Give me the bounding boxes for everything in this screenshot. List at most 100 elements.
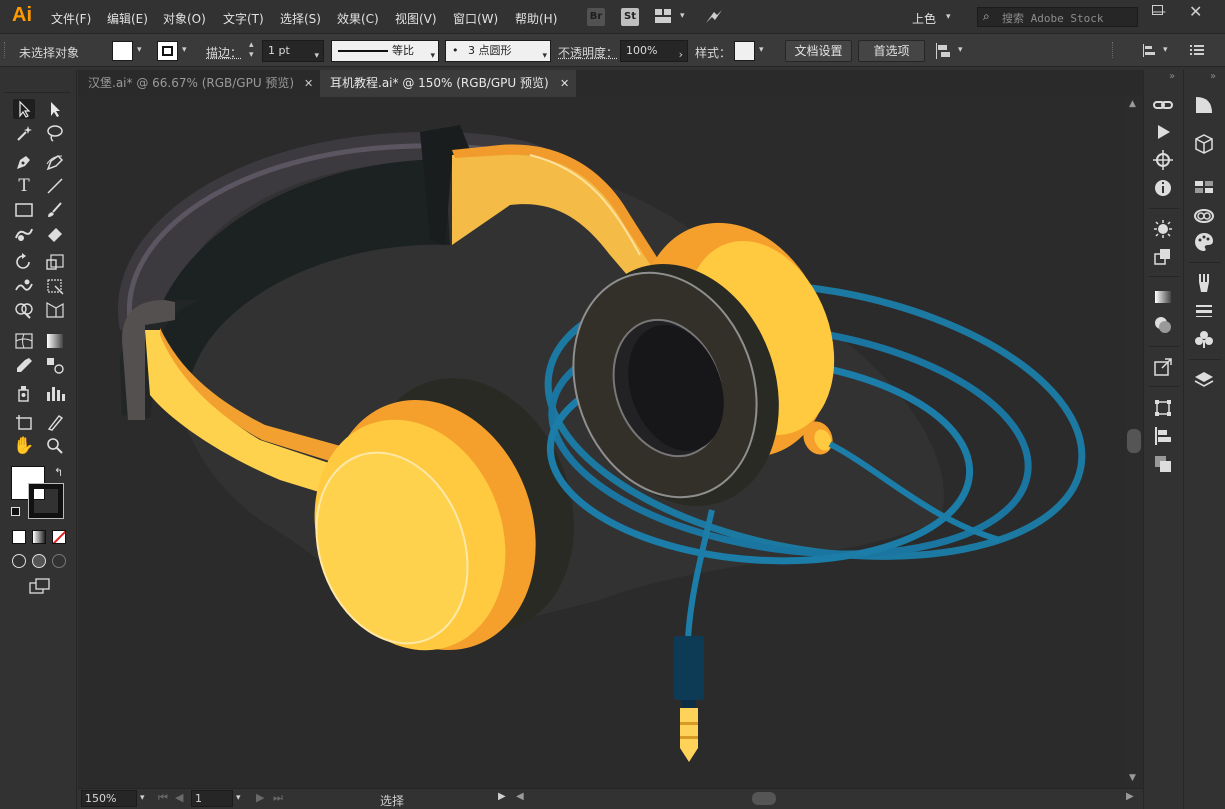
bridge-button[interactable]: Br (587, 8, 605, 26)
swatches-icon[interactable] (1193, 176, 1215, 198)
first-artboard-icon[interactable]: ⏮ (158, 791, 168, 805)
menu-window[interactable]: 窗口(W) (453, 10, 498, 27)
chevron-down-icon[interactable]: ▾ (314, 46, 319, 66)
rectangle-tool[interactable] (13, 200, 35, 220)
opacity-field[interactable]: 100% › (620, 40, 688, 62)
document-setup-button[interactable]: 文档设置 (785, 40, 852, 62)
scroll-left-icon[interactable]: ◀ (516, 791, 524, 802)
pathfinder-icon[interactable] (1152, 314, 1174, 336)
chevron-down-icon[interactable]: ▾ (958, 45, 963, 55)
direct-selection-tool[interactable] (44, 99, 66, 119)
stroke-weight-field[interactable]: 1 pt ▾ (262, 40, 324, 62)
brushes-icon[interactable] (1193, 272, 1215, 294)
menu-effect[interactable]: 效果(C) (337, 10, 379, 27)
artboard-canvas[interactable] (78, 97, 1126, 788)
actions-play-icon[interactable] (1152, 121, 1174, 143)
chevron-down-icon[interactable]: ▾ (759, 45, 764, 55)
draw-behind-icon[interactable] (32, 554, 46, 568)
libraries-cube-icon[interactable] (1193, 133, 1215, 155)
shape-builder-tool[interactable] (13, 300, 35, 320)
chevron-down-icon[interactable]: ▾ (542, 46, 547, 66)
color-palette-icon[interactable] (1193, 231, 1215, 253)
arrange-icon[interactable] (1143, 43, 1159, 59)
tab-headphone-doc[interactable]: 耳机教程.ai* @ 150% (RGB/GPU 预览) ✕ (320, 70, 576, 97)
lasso-tool[interactable] (44, 123, 66, 143)
scroll-down-icon[interactable]: ▼ (1129, 773, 1136, 783)
magic-wand-tool[interactable] (13, 123, 35, 143)
fill-swatch[interactable] (112, 41, 133, 61)
gradient-panel-icon[interactable] (1152, 286, 1174, 308)
variable-width-profile[interactable]: 等比 ▾ (331, 40, 439, 62)
scroll-right-icon[interactable]: ▶ (1126, 791, 1134, 802)
vertical-scrollbar[interactable]: ▲ ▼ (1126, 97, 1143, 788)
chevron-down-icon[interactable]: ▾ (236, 793, 241, 803)
chevron-down-icon[interactable]: ▾ (946, 12, 951, 22)
align-panel-icon[interactable] (1152, 425, 1174, 447)
curvature-tool[interactable] (44, 152, 66, 172)
stroke-panel-icon[interactable] (1193, 300, 1215, 322)
type-tool[interactable]: T (13, 176, 35, 196)
close-tab-icon[interactable]: ✕ (304, 70, 313, 97)
expand-panels-icon[interactable]: » (1169, 71, 1175, 82)
swatch-corner-icon[interactable] (1193, 94, 1215, 116)
export-icon[interactable] (1152, 356, 1174, 378)
artboard-number-field[interactable]: 1 (191, 790, 233, 807)
warp-tool[interactable] (13, 276, 35, 296)
screen-mode-icon[interactable] (29, 578, 51, 594)
scale-tool[interactable] (44, 252, 66, 272)
menu-help[interactable]: 帮助(H) (515, 10, 557, 27)
shaper-tool[interactable] (13, 224, 35, 244)
symbol-sprayer-tool[interactable] (13, 383, 35, 403)
tab-hamburger-doc[interactable]: 汉堡.ai* @ 66.67% (RGB/GPU 预览) ✕ (78, 70, 320, 97)
gpu-performance-icon[interactable] (704, 7, 724, 27)
mesh-tool[interactable] (13, 331, 35, 351)
brush-definition[interactable]: • 3 点圆形 ▾ (445, 40, 551, 62)
graphic-style-swatch[interactable] (734, 41, 755, 61)
eraser-tool[interactable] (44, 224, 66, 244)
swap-fill-stroke-icon[interactable]: ↰ (54, 466, 63, 479)
stroke-swatch[interactable] (157, 41, 178, 61)
rotate-tool[interactable] (13, 252, 35, 272)
menu-edit[interactable]: 编辑(E) (107, 10, 148, 27)
chevron-down-icon[interactable]: ▾ (680, 11, 685, 21)
horizontal-scroll-thumb[interactable] (752, 792, 776, 805)
last-artboard-icon[interactable]: ⏭ (273, 791, 283, 805)
layers-icon[interactable] (1193, 369, 1215, 391)
gradient-mode-button[interactable] (32, 530, 46, 544)
draw-normal-icon[interactable] (12, 554, 26, 568)
panel-grip[interactable] (4, 42, 7, 58)
color-mode-button[interactable] (12, 530, 26, 544)
gradient-tool[interactable] (44, 331, 66, 351)
pathfinder-combine-icon[interactable] (1152, 453, 1174, 475)
zoom-tool[interactable] (44, 436, 66, 456)
symbols-club-icon[interactable] (1193, 328, 1215, 350)
stroke-label[interactable]: 描边： (206, 44, 242, 61)
chevron-right-icon[interactable]: › (679, 45, 683, 65)
default-colors-icon[interactable] (11, 507, 20, 516)
menu-file[interactable]: 文件(F) (51, 10, 91, 27)
status-menu-arrow-icon[interactable]: ▶ (498, 791, 506, 802)
menu-view[interactable]: 视图(V) (395, 10, 437, 27)
chevron-down-icon[interactable]: ▾ (140, 793, 145, 803)
chevron-down-icon[interactable]: ▾ (182, 45, 187, 55)
perspective-grid-tool[interactable] (44, 300, 66, 320)
menu-type[interactable]: 文字(T) (223, 10, 264, 27)
close-window-icon[interactable]: ✕ (1189, 2, 1202, 21)
column-graph-tool[interactable] (44, 383, 66, 403)
next-artboard-icon[interactable]: ▶ (256, 791, 264, 804)
chevron-down-icon[interactable]: ▾ (1163, 45, 1168, 55)
free-transform-tool[interactable] (44, 276, 66, 296)
close-tab-icon[interactable]: ✕ (560, 70, 569, 97)
menu-object[interactable]: 对象(O) (163, 10, 206, 27)
artboard-tool[interactable] (13, 412, 35, 432)
zoom-field[interactable]: 150% (81, 790, 137, 807)
slice-tool[interactable] (44, 412, 66, 432)
menu-select[interactable]: 选择(S) (280, 10, 321, 27)
stroke-weight-stepper[interactable]: ▴ ▾ (249, 40, 254, 60)
scroll-up-icon[interactable]: ▲ (1129, 99, 1136, 109)
stock-button[interactable]: St (621, 8, 639, 26)
expand-panels-icon[interactable]: » (1210, 71, 1216, 82)
info-icon[interactable] (1152, 177, 1174, 199)
hand-tool[interactable]: ✋ (13, 436, 35, 456)
line-tool[interactable] (44, 176, 66, 196)
